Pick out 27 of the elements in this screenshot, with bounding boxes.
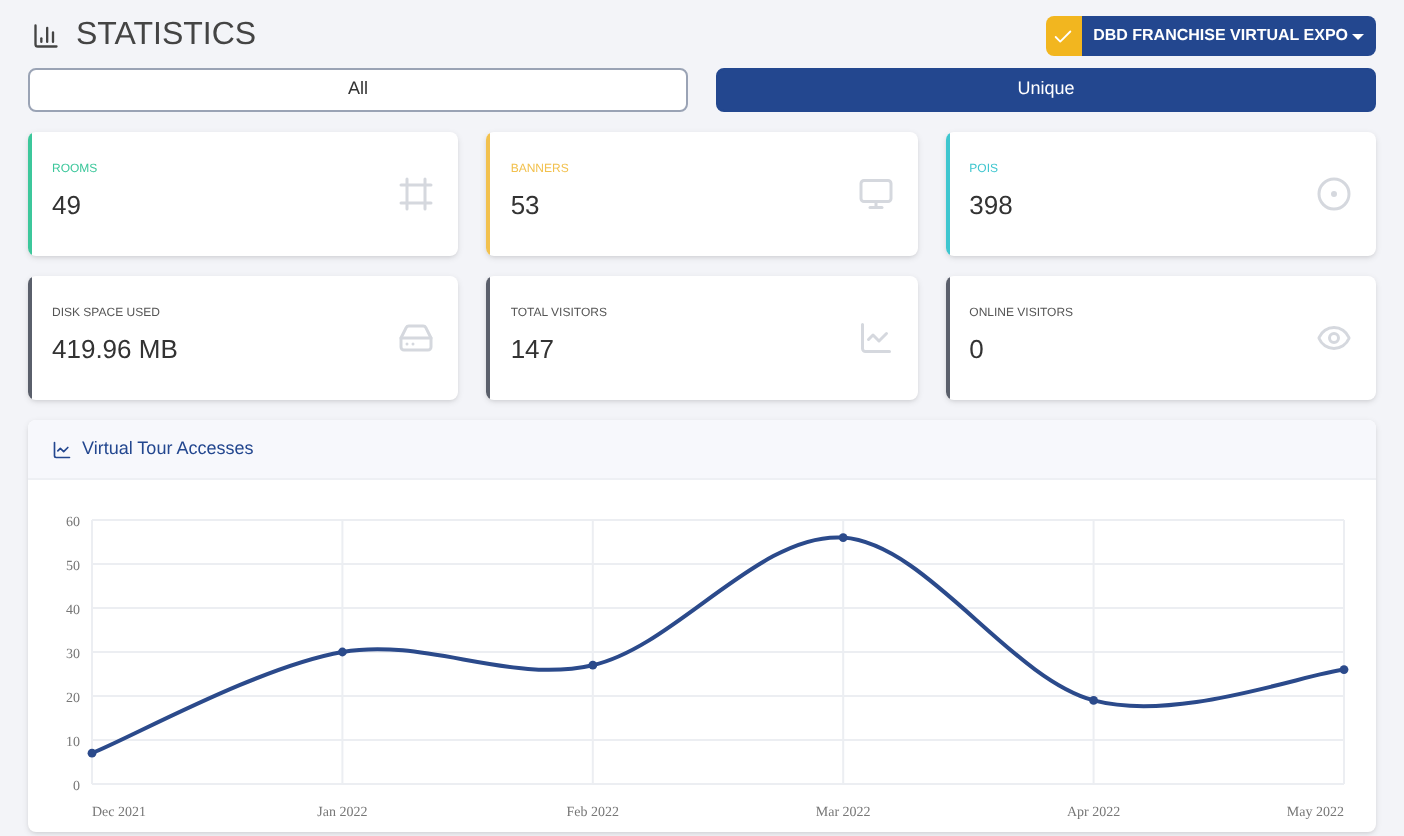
stat-value: 49: [52, 188, 83, 225]
page-title: STATISTICS: [76, 16, 257, 56]
data-point: [87, 748, 97, 758]
check-icon: [1045, 16, 1082, 56]
monitor-icon: [857, 176, 894, 212]
panel-title: Virtual Tour Accesses: [82, 435, 254, 462]
frame-icon: [398, 176, 435, 212]
line-chart-icon: [52, 439, 72, 459]
stat-value: 419.96 MB: [52, 332, 178, 369]
data-point: [1089, 696, 1098, 705]
data-point: [838, 533, 848, 542]
tab[interactable]: All: [28, 68, 688, 112]
bar-chart-icon: [32, 22, 60, 50]
hard-drive-icon: [398, 320, 435, 356]
stat-value: 0: [969, 332, 986, 369]
target-icon: [1315, 176, 1352, 212]
stat-value: 53: [510, 188, 542, 225]
caret-icon: [1352, 33, 1364, 39]
eye-icon: [1315, 320, 1352, 356]
event-dropdown[interactable]: DBD FRANCHISE VIRTUAL EXPO: [1081, 16, 1376, 56]
data-point: [338, 647, 347, 657]
stat-value: 147: [510, 332, 557, 369]
line-chart-icon: [857, 320, 894, 356]
tab[interactable]: Unique: [716, 68, 1376, 112]
data-point: [588, 660, 598, 670]
stat-value: 398: [969, 188, 1013, 225]
data-point: [1339, 665, 1349, 674]
